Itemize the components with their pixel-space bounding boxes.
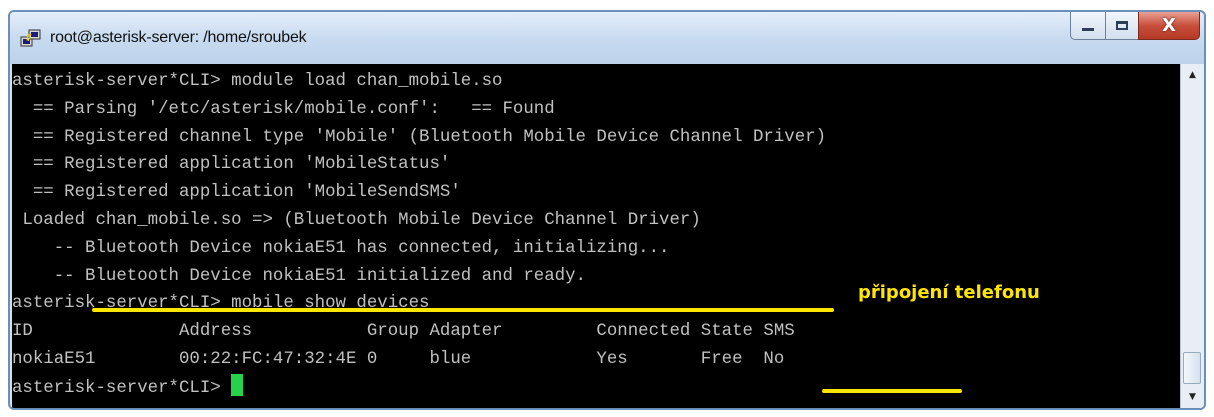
terminal-line: ID Address Group Adapter Connected State… [12, 322, 795, 342]
terminal-prompt: asterisk-server*CLI> [12, 378, 232, 398]
window-title: root@asterisk-server: /home/sroubek [50, 29, 307, 46]
terminal-cursor [231, 373, 244, 396]
terminal-line: nokiaE51 00:22:FC:47:32:4E 0 blue Yes Fr… [12, 349, 785, 369]
terminal-lines: asterisk-server*CLI> module load chan_mo… [12, 68, 1180, 402]
annotation-underline-ready [92, 308, 834, 312]
vertical-scrollbar[interactable]: ▲ ▼ [1180, 64, 1204, 408]
terminal-prompt-line[interactable]: asterisk-server*CLI> [12, 373, 1180, 402]
scrollbar-thumb[interactable] [1183, 352, 1201, 384]
terminal-line: -- Bluetooth Device nokiaE51 has connect… [12, 238, 670, 258]
close-icon: X [1162, 15, 1176, 36]
chevron-up-icon: ▲ [1189, 70, 1196, 80]
minimize-icon [1082, 28, 1094, 31]
title-bar[interactable]: root@asterisk-server: /home/sroubek X [10, 12, 1204, 64]
terminal-line: == Registered channel type 'Mobile' (Blu… [12, 127, 827, 147]
terminal-line: == Registered application 'MobileStatus' [12, 155, 451, 175]
annotation-underline-connected [822, 389, 962, 393]
scroll-up-button[interactable]: ▲ [1181, 64, 1204, 86]
putty-icon [20, 29, 41, 47]
terminal-line: == Parsing '/etc/asterisk/mobile.conf': … [12, 99, 555, 119]
minimize-button[interactable] [1070, 12, 1106, 40]
terminal-line: Loaded chan_mobile.so => (Bluetooth Mobi… [12, 210, 701, 230]
terminal-output[interactable]: asterisk-server*CLI> module load chan_mo… [12, 64, 1180, 408]
terminal-window: root@asterisk-server: /home/sroubek X as… [8, 10, 1206, 410]
chevron-down-icon: ▼ [1189, 392, 1196, 402]
terminal-line: == Registered application 'MobileSendSMS… [12, 183, 461, 203]
maximize-button[interactable] [1105, 12, 1139, 40]
maximize-icon [1116, 21, 1128, 30]
scroll-down-button[interactable]: ▼ [1181, 386, 1204, 408]
close-button[interactable]: X [1138, 12, 1200, 40]
terminal-line: asterisk-server*CLI> module load chan_mo… [12, 72, 503, 91]
annotation-label: připojení telefonu [858, 282, 1040, 303]
